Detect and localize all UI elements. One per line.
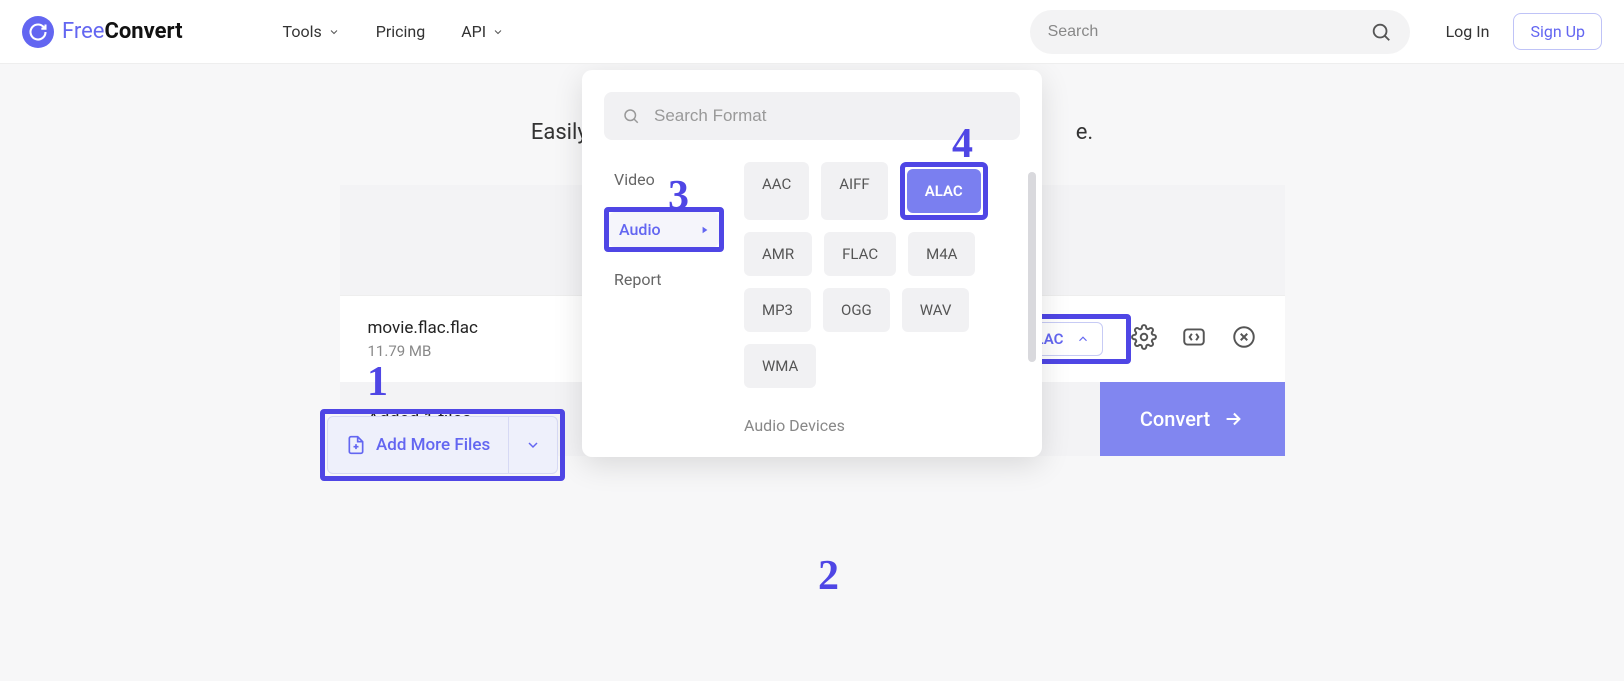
logo-free: Free	[62, 19, 104, 44]
format-dropdown: Video Audio Report AAC AIFF ALAC AMR FLA…	[582, 70, 1042, 457]
alac-annotation-highlight: ALAC	[900, 162, 988, 220]
search-icon	[622, 107, 640, 125]
nav-tools[interactable]: Tools	[283, 22, 340, 41]
convert-button[interactable]: Convert	[1100, 382, 1285, 456]
annotation-2: 2	[818, 552, 839, 600]
format-search-input[interactable]	[654, 106, 1002, 126]
dropdown-scrollbar[interactable]	[1028, 172, 1036, 362]
code-icon	[1181, 324, 1207, 350]
format-ogg[interactable]: OGG	[823, 288, 890, 332]
format-categories: Video Audio Report	[604, 162, 724, 435]
settings-button[interactable]	[1131, 324, 1157, 354]
header-search[interactable]	[1030, 10, 1410, 54]
logo[interactable]: FreeConvert	[22, 16, 183, 48]
category-report-label: Report	[614, 270, 662, 289]
chevron-up-icon	[1076, 332, 1090, 346]
logo-text: FreeConvert	[62, 19, 183, 44]
format-aac[interactable]: AAC	[744, 162, 809, 220]
auth-actions: Log In Sign Up	[1446, 13, 1602, 50]
subtitle-suffix: e.	[1076, 120, 1093, 145]
nav-tools-label: Tools	[283, 22, 322, 41]
format-wav[interactable]: WAV	[902, 288, 970, 332]
signup-button[interactable]: Sign Up	[1513, 13, 1602, 50]
format-amr[interactable]: AMR	[744, 232, 812, 276]
add-more-files-button: Add More Files	[327, 416, 558, 474]
remove-file-button[interactable]	[1231, 324, 1257, 354]
site-header: FreeConvert Tools Pricing API Log In Sig…	[0, 0, 1624, 64]
format-mp3[interactable]: MP3	[744, 288, 811, 332]
triangle-right-icon	[701, 226, 709, 234]
nav-api-label: API	[461, 22, 486, 41]
add-more-files-label: Add More Files	[376, 435, 490, 455]
format-list: AAC AIFF ALAC AMR FLAC M4A MP3 OGG WAV W…	[744, 162, 1020, 435]
nav-api[interactable]: API	[461, 22, 504, 41]
code-button[interactable]	[1181, 324, 1207, 354]
category-video[interactable]: Video	[604, 162, 724, 197]
add-more-files-dropdown[interactable]	[508, 417, 557, 473]
nav-pricing[interactable]: Pricing	[376, 22, 426, 41]
search-input[interactable]	[1048, 23, 1370, 41]
arrow-right-icon	[1222, 408, 1244, 430]
format-flac[interactable]: FLAC	[824, 232, 896, 276]
annotation-1: 1	[367, 358, 388, 406]
audio-annotation-highlight: Audio	[604, 207, 724, 252]
add-more-files-wrapper: Add More Files	[320, 409, 565, 481]
category-audio-label: Audio	[619, 220, 661, 239]
close-icon	[1231, 324, 1257, 350]
chevron-down-icon	[525, 437, 541, 453]
add-annotation-highlight: Add More Files	[320, 409, 565, 481]
category-audio[interactable]: Audio	[609, 212, 719, 247]
format-wma[interactable]: WMA	[744, 344, 816, 388]
gear-icon	[1131, 324, 1157, 350]
search-icon	[1370, 21, 1392, 43]
format-grid: AAC AIFF ALAC AMR FLAC M4A MP3 OGG WAV W…	[744, 162, 1020, 388]
convert-label: Convert	[1140, 407, 1210, 431]
format-m4a[interactable]: M4A	[908, 232, 975, 276]
main-nav: Tools Pricing API	[283, 22, 505, 41]
login-link[interactable]: Log In	[1446, 22, 1490, 41]
add-more-files-main[interactable]: Add More Files	[328, 417, 508, 473]
file-row-actions	[1131, 324, 1257, 354]
chevron-down-icon	[328, 26, 340, 38]
annotation-4: 4	[952, 120, 973, 168]
category-video-label: Video	[614, 170, 655, 189]
chevron-down-icon	[492, 26, 504, 38]
logo-convert: Convert	[104, 19, 182, 44]
annotation-3: 3	[668, 172, 689, 220]
dropdown-body: Video Audio Report AAC AIFF ALAC AMR FLA…	[604, 162, 1020, 435]
audio-devices-label: Audio Devices	[744, 416, 1020, 435]
format-aiff[interactable]: AIFF	[821, 162, 887, 220]
logo-icon	[22, 16, 54, 48]
nav-pricing-label: Pricing	[376, 22, 426, 41]
file-plus-icon	[346, 434, 366, 456]
category-report[interactable]: Report	[604, 262, 724, 297]
format-alac[interactable]: ALAC	[907, 169, 981, 213]
